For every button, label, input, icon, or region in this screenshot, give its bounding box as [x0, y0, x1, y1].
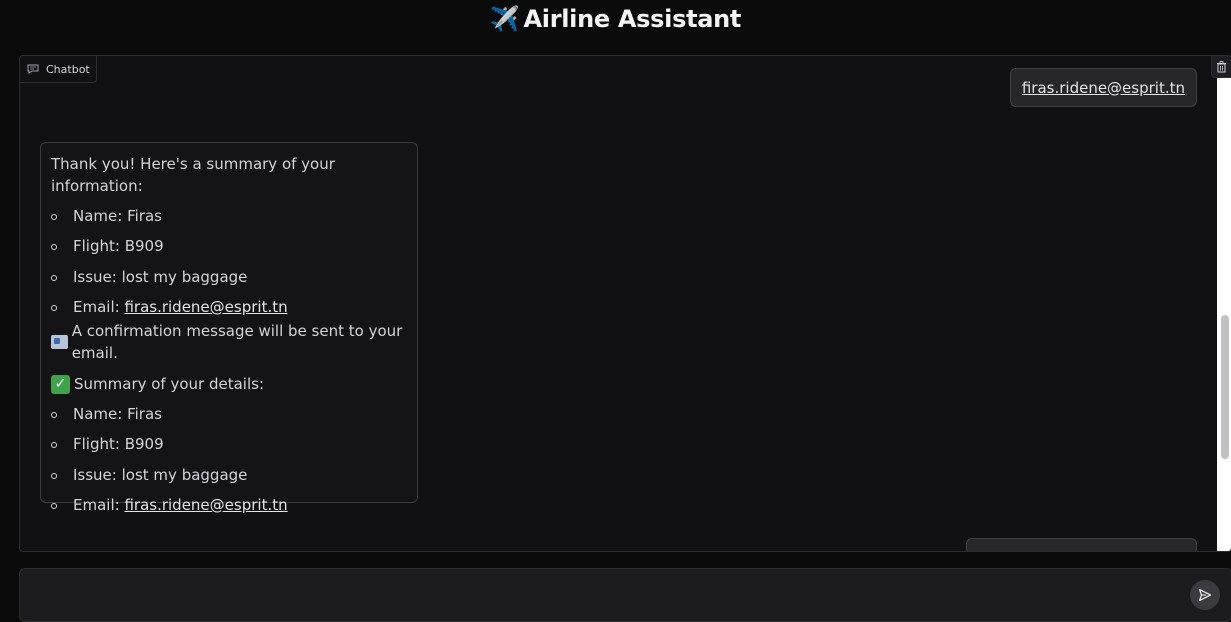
summary-list-1: Name: Firas Flight: B909 Issue: lost my … [51, 201, 407, 322]
list-item-label: Name: [73, 405, 128, 424]
list-item: Flight: B909 [51, 231, 407, 261]
list-item-value: lost my baggage [121, 465, 248, 484]
list-item-label: Name: [73, 207, 128, 225]
airplane-icon: ✈️ [489, 5, 520, 33]
confirmation-notice: A confirmation message will be sent to y… [51, 322, 407, 362]
message-input-container [19, 568, 1231, 622]
list-item-value: Firas [127, 207, 162, 225]
list-item-value: lost my baggage [121, 267, 248, 286]
list-item: Issue: lost my baggage [51, 460, 407, 490]
list-item-label: Flight: [73, 435, 125, 454]
assistant-message: Thank you! Here's a summary of your info… [40, 142, 418, 514]
list-item-label: Email: [73, 297, 125, 316]
user-message-partial [966, 538, 1197, 551]
list-item: Name: Firas [51, 201, 407, 231]
chatbot-panel: Chatbot firas.ridene@esprit.tn Thank you… [19, 55, 1231, 552]
email-link[interactable]: firas.ridene@esprit.tn [124, 298, 287, 316]
list-item-label: Flight: [73, 237, 125, 256]
summary-list-2: Name: Firas Flight: B909 Issue: lost my … [51, 399, 407, 520]
app-title: ✈️ Airline Assistant [0, 5, 1231, 33]
envelope-icon [51, 335, 68, 350]
chat-scrollbar[interactable] [1217, 78, 1231, 551]
list-item-value: B909 [124, 237, 164, 256]
list-item-label: Issue: [73, 465, 122, 484]
list-item: Flight: B909 [51, 429, 407, 459]
app-title-text: Airline Assistant [523, 5, 742, 33]
check-mark-icon: ✓ [51, 374, 70, 394]
list-item-label: Issue: [73, 267, 122, 286]
summary-heading: ✓ Summary of your details: [51, 373, 407, 395]
summary-heading-text: Summary of your details: [74, 375, 265, 394]
confirmation-notice-text: A confirmation message will be sent to y… [71, 322, 403, 363]
assistant-intro: Thank you! Here's a summary of your info… [51, 155, 335, 195]
list-item-value: Firas [127, 405, 162, 424]
chatbot-label-text: Chatbot [46, 62, 90, 76]
chatbot-label: Chatbot [20, 56, 97, 83]
list-item: Issue: lost my baggage [51, 262, 407, 292]
send-button[interactable] [1190, 580, 1220, 610]
email-link[interactable]: firas.ridene@esprit.tn [124, 496, 287, 514]
send-icon [1198, 588, 1212, 602]
chat-icon [27, 64, 39, 74]
list-item-value: B909 [124, 435, 164, 454]
message-input[interactable] [32, 579, 1182, 613]
chat-scrollbar-thumb[interactable] [1221, 315, 1229, 459]
clear-chat-button[interactable] [1211, 56, 1231, 78]
list-item: Email: firas.ridene@esprit.tn [51, 292, 407, 322]
list-item: Name: Firas [51, 399, 407, 429]
list-item: Email: firas.ridene@esprit.tn [51, 490, 407, 520]
user-message-email-link[interactable]: firas.ridene@esprit.tn [1022, 79, 1185, 97]
user-message: firas.ridene@esprit.tn [1009, 68, 1197, 107]
list-item-label: Email: [73, 496, 125, 515]
trash-icon [1217, 60, 1226, 72]
